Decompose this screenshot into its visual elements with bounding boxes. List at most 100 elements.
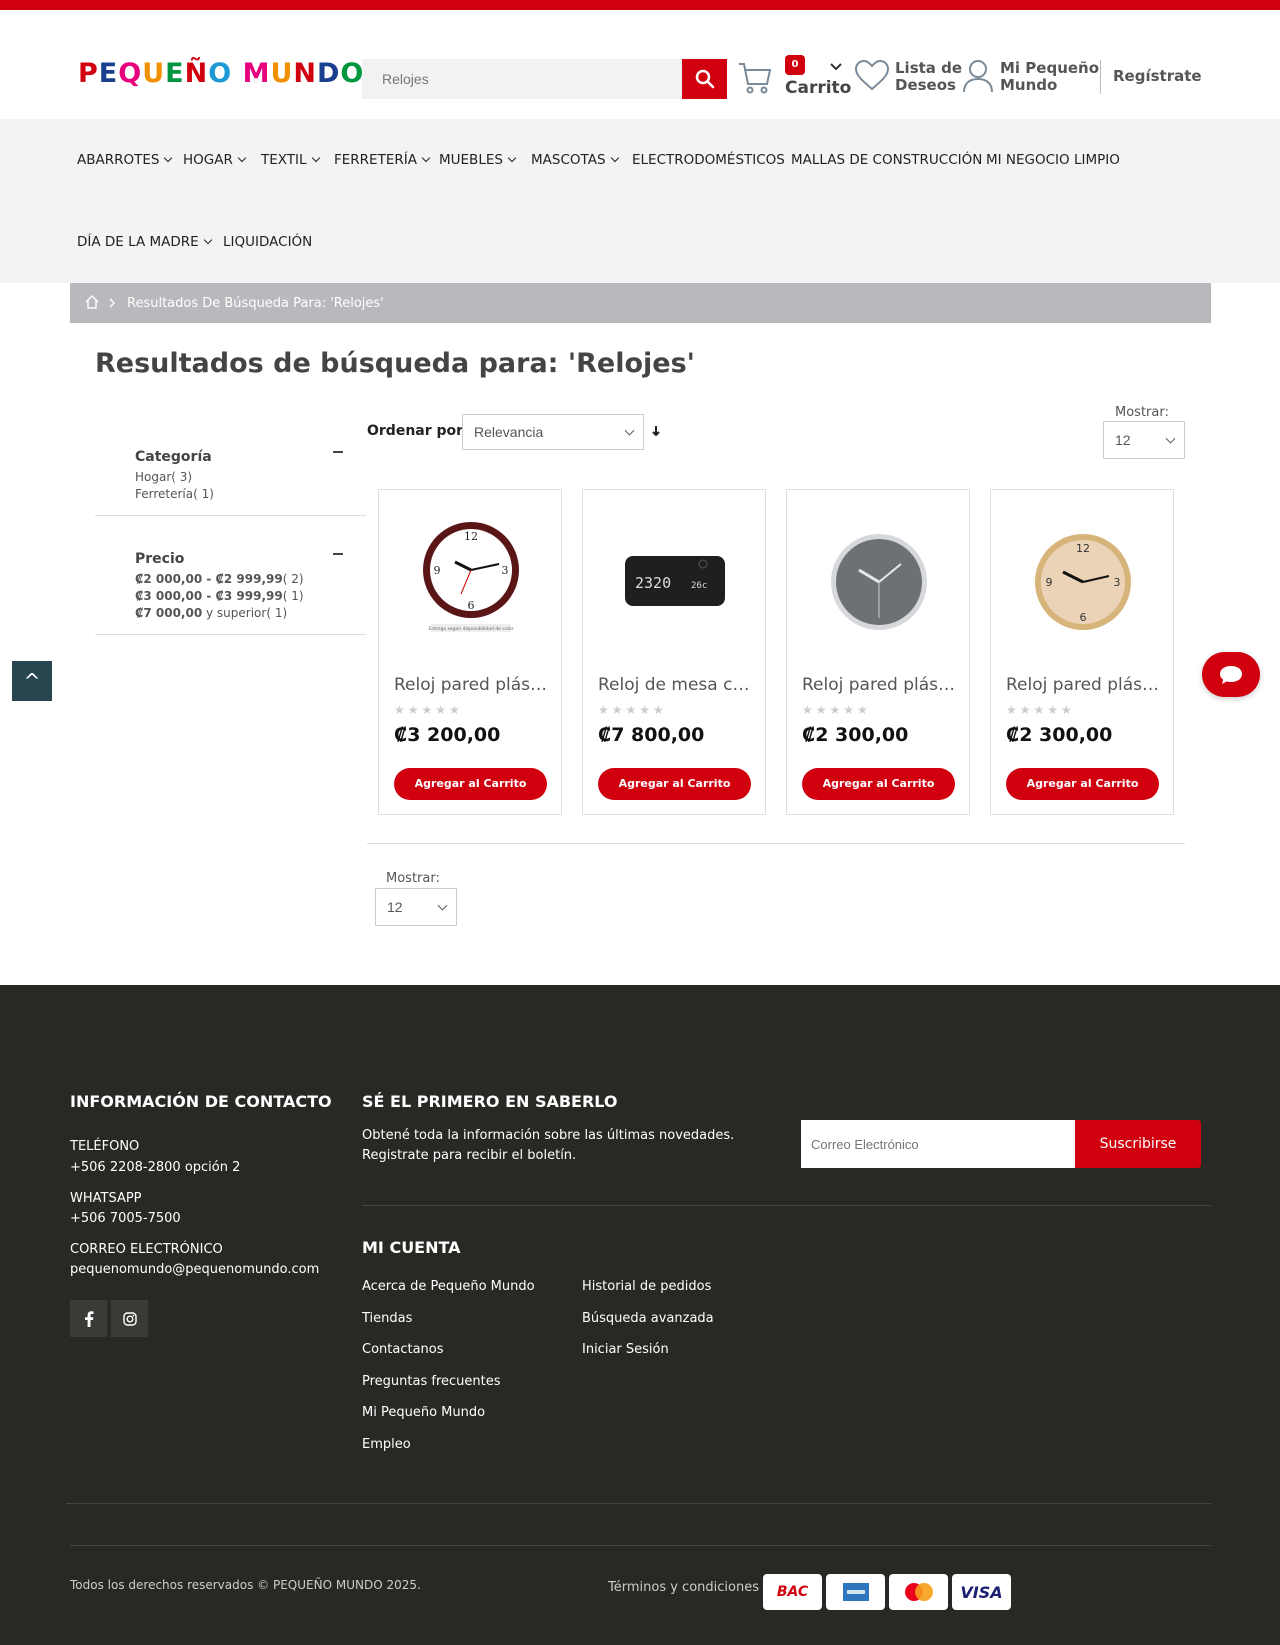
logo-letter: U: [270, 58, 294, 89]
chevron-down-icon: [237, 153, 247, 163]
footer-link-empleo[interactable]: Empleo: [362, 1437, 411, 1452]
nav-item-dia-madre[interactable]: DÍA DE LA MADRE: [77, 234, 212, 250]
filter-price-range-3[interactable]: ₡7 000,00 y superior( 1): [135, 605, 287, 622]
back-to-top-button[interactable]: ^: [12, 661, 52, 701]
chevron-down-icon: [164, 153, 173, 163]
footer-newsletter-text-1: Obtené toda la información sobre las últ…: [362, 1128, 735, 1143]
rating-stars: ★★★★★: [802, 703, 871, 717]
product-card[interactable]: 12 3 6 9 Entrega según disponibilidad de…: [378, 489, 562, 815]
instagram-icon[interactable]: [111, 1300, 148, 1337]
subscribe-button[interactable]: Suscribirse: [1075, 1120, 1201, 1168]
add-to-cart-button[interactable]: Agregar al Carrito: [1006, 768, 1159, 800]
sort-direction-arrow-icon[interactable]: [650, 423, 662, 443]
search-input[interactable]: [362, 59, 684, 99]
wall-clock-wood-icon[interactable]: 12 3 6 9: [1033, 532, 1133, 636]
footer-link-mi-pequeno-mundo[interactable]: Mi Pequeño Mundo: [362, 1405, 485, 1420]
filter-divider: [95, 515, 366, 516]
home-icon[interactable]: [84, 294, 100, 314]
footer-link-historial[interactable]: Historial de pedidos: [582, 1279, 711, 1294]
nav-label: MUEBLES: [439, 152, 503, 168]
footer-email-value[interactable]: pequenomundo@pequenomundo.com: [70, 1260, 319, 1280]
footer-link-acerca[interactable]: Acerca de Pequeño Mundo: [362, 1279, 535, 1294]
product-name[interactable]: Reloj pared plástico: [1006, 675, 1161, 695]
nav-item-mallas[interactable]: MALLAS DE CONSTRUCCIÓN: [791, 152, 982, 168]
nav-item-ferreteria[interactable]: FERRETERÍA: [334, 152, 431, 168]
newsletter-email-input[interactable]: [801, 1120, 1075, 1168]
filter-category-hogar[interactable]: Hogar( 3): [135, 469, 192, 486]
show-select-bottom[interactable]: 12: [375, 888, 457, 926]
footer-link-busqueda[interactable]: Búsqueda avanzada: [582, 1311, 714, 1326]
results-divider: [367, 843, 1185, 844]
footer-divider: [66, 1503, 1212, 1504]
svg-text:3: 3: [1114, 576, 1121, 589]
collapse-minus-icon[interactable]: [333, 553, 343, 555]
sort-value: Relevancia: [474, 424, 544, 440]
main-navigation: ABARROTES HOGAR TEXTIL FERRETERÍA MUEBLE…: [0, 119, 1280, 283]
product-card[interactable]: 2320 26c Reloj de mesa con ★★★★★ ₡7 800,…: [582, 489, 766, 815]
search-button[interactable]: [682, 59, 727, 99]
product-card[interactable]: 12 3 6 9 Reloj pared plástico ★★★★★ ₡2 3…: [990, 489, 1174, 815]
nav-item-negocio-limpio[interactable]: MI NEGOCIO LIMPIO: [986, 152, 1120, 168]
nav-item-muebles[interactable]: MUEBLES: [439, 152, 517, 168]
desk-clock-black-icon[interactable]: 2320 26c: [623, 550, 727, 614]
heart-icon[interactable]: [854, 59, 890, 96]
footer-link-iniciar-sesion[interactable]: Iniciar Sesión: [582, 1342, 669, 1357]
wall-clock-gray-icon[interactable]: [829, 532, 929, 636]
nav-label: ABARROTES: [77, 152, 160, 168]
amex-card-icon: [826, 1574, 885, 1610]
filter-price-range-2[interactable]: ₡3 000,00 - ₡3 999,99( 1): [135, 588, 304, 605]
facebook-icon[interactable]: [70, 1300, 107, 1337]
cart-label[interactable]: Carrito: [785, 78, 851, 98]
add-to-cart-button[interactable]: Agregar al Carrito: [598, 768, 751, 800]
footer-link-tiendas[interactable]: Tiendas: [362, 1311, 412, 1326]
filter-divider: [95, 634, 366, 635]
cart-icon[interactable]: [737, 60, 773, 100]
price-range: ₡3 000,00 - ₡3 999,99: [135, 589, 283, 603]
nav-item-textil[interactable]: TEXTIL: [261, 152, 320, 168]
terms-link[interactable]: Términos y condiciones |: [608, 1580, 768, 1595]
wall-clock-brown-icon[interactable]: 12 3 6 9 Entrega según disponibilidad de…: [421, 520, 521, 639]
footer-link-contactanos[interactable]: Contactanos: [362, 1342, 444, 1357]
nav-item-abarrotes[interactable]: ABARROTES: [77, 152, 173, 168]
sort-select[interactable]: Relevancia: [462, 414, 644, 450]
nav-item-mascotas[interactable]: MASCOTAS: [531, 152, 619, 168]
product-name[interactable]: Reloj de mesa con: [598, 675, 753, 695]
bac-label: BAC: [776, 1584, 809, 1600]
product-name[interactable]: Reloj pared plástico: [394, 675, 549, 695]
chat-button[interactable]: [1202, 652, 1260, 697]
footer-whatsapp-value[interactable]: +506 7005-7500: [70, 1209, 181, 1229]
footer-link-preguntas[interactable]: Preguntas frecuentes: [362, 1374, 501, 1389]
svg-text:6: 6: [468, 599, 475, 612]
cart-dropdown-caret[interactable]: [830, 60, 842, 74]
filter-price-range-1[interactable]: ₡2 000,00 - ₡2 999,99( 2): [135, 571, 304, 588]
show-label-bottom: Mostrar:: [386, 871, 440, 886]
filter-category-title[interactable]: Categoría: [135, 449, 212, 465]
show-select-top[interactable]: 12: [1103, 421, 1185, 459]
chevron-down-icon: [830, 63, 842, 71]
logo-letter: E: [98, 58, 119, 89]
user-icon[interactable]: [962, 58, 994, 98]
add-to-cart-button[interactable]: Agregar al Carrito: [802, 768, 955, 800]
filter-price-title[interactable]: Precio: [135, 551, 184, 567]
nav-label: ELECTRODOMÉSTICOS: [632, 152, 785, 168]
collapse-minus-icon[interactable]: [333, 451, 343, 453]
add-to-cart-button[interactable]: Agregar al Carrito: [394, 768, 547, 800]
show-value: 12: [1115, 432, 1131, 448]
nav-item-hogar[interactable]: HOGAR: [183, 152, 247, 168]
site-logo[interactable]: PEQUEÑO MUNDO: [78, 58, 364, 89]
register-link[interactable]: Regístrate: [1113, 67, 1202, 85]
product-name[interactable]: Reloj pared plástico: [802, 675, 957, 695]
product-card[interactable]: Reloj pared plástico ★★★★★ ₡2 300,00 Agr…: [786, 489, 970, 815]
nav-item-electrodomesticos[interactable]: ELECTRODOMÉSTICOS: [632, 152, 785, 168]
filter-category-ferreteria[interactable]: Ferretería( 1): [135, 486, 214, 503]
footer-phone-label: TELÉFONO: [70, 1139, 140, 1154]
svg-text:12: 12: [1076, 542, 1090, 555]
footer-phone-value[interactable]: +506 2208-2800 opción 2: [70, 1158, 240, 1178]
account-link[interactable]: Mi Pequeño Mundo: [1000, 60, 1100, 94]
product-price: ₡3 200,00: [394, 724, 501, 746]
nav-item-liquidacion[interactable]: LIQUIDACIÓN: [223, 234, 312, 250]
cart-count-badge: 0: [785, 55, 805, 75]
wishlist-link[interactable]: Lista de Deseos: [895, 60, 965, 94]
price-count: ( 1): [266, 606, 288, 620]
footer-email-label: CORREO ELECTRÓNICO: [70, 1242, 223, 1257]
